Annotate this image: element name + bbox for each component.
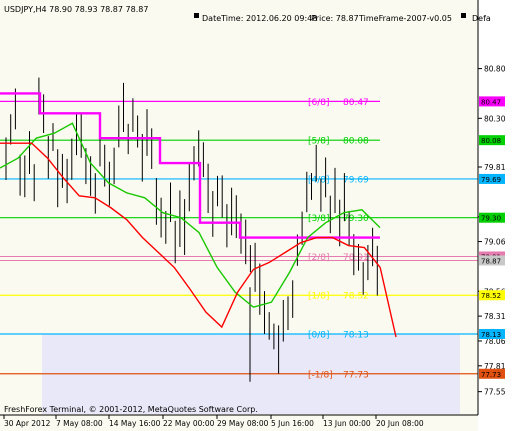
- symbol-info: USDJPY,H4 78.90 78.93 78.87 78.87: [4, 5, 148, 14]
- info-bullet-icon: [194, 13, 199, 18]
- level-name-label: [0/8]: [308, 331, 330, 341]
- level-name-label: [-1/8]: [308, 370, 333, 380]
- time-tick-label: 30 Apr 2012: [4, 419, 51, 428]
- price-tick-label: 78.31: [484, 312, 506, 321]
- level-name-label: [1/8]: [308, 292, 330, 302]
- price-tag-label: 77.73: [481, 371, 501, 379]
- time-tick-label: 22 May 00:00: [163, 419, 215, 428]
- level-name-label: [2/8]: [308, 253, 330, 263]
- price-tick-label: 80.30: [484, 114, 506, 123]
- level-value-label: 77.73: [343, 370, 369, 380]
- time-tick-label: 14 May 16:00: [109, 419, 161, 428]
- price-chart[interactable]: [6/8] 80.47[5/8] 80.08[4/8] 79.69[3/8] 79.30…: [0, 0, 513, 431]
- level-value-label: 80.08: [343, 137, 369, 147]
- level-value-label: 78.91: [343, 253, 369, 263]
- price-tick-label: 79.81: [484, 163, 506, 172]
- price-tag-label: 79.30: [481, 215, 501, 223]
- chart-window[interactable]: [6/8] 80.47 [5/8] 80.08 [4/8] 79.69 [3/8] 79.30…: [0, 0, 513, 431]
- copyright-text: FreshForex Terminal, © 2001-2012, MetaQu…: [4, 405, 258, 414]
- price-tag-label: 80.47: [481, 98, 501, 106]
- level-name-label: [5/8]: [308, 137, 330, 147]
- timeframe-info: TimeFrame-2007-v0.05: [358, 14, 452, 23]
- price-info: Price: 78.87: [311, 14, 359, 23]
- price-tag-label: 79.69: [481, 176, 501, 184]
- price-tag-label: 80.08: [481, 137, 501, 145]
- price-tag-label: 78.52: [481, 292, 501, 300]
- price-tag-label: 78.13: [481, 331, 501, 339]
- datetime-info: DateTime: 2012.06.20 09:48: [202, 14, 317, 23]
- time-tick-label: 5 Jun 16:00: [271, 419, 314, 428]
- level-value-label: 79.69: [343, 175, 369, 185]
- level-value-label: 78.13: [343, 331, 369, 341]
- level-value-label: 79.30: [343, 214, 369, 224]
- time-tick-label: 7 May 08:00: [56, 419, 103, 428]
- price-tick-label: 77.55: [484, 388, 506, 397]
- default-info: Defa: [472, 14, 491, 23]
- level-name-label: [6/8]: [308, 98, 330, 108]
- settings-bullet-icon: [461, 13, 466, 18]
- time-tick-label: 13 Jun 00:00: [323, 419, 371, 428]
- time-tick-label: 29 May 08:00: [217, 419, 269, 428]
- time-tick-label: 20 Jun 08:00: [376, 419, 424, 428]
- price-tick-label: 79.06: [484, 238, 506, 247]
- level-value-label: 80.47: [343, 98, 369, 108]
- price-tag-label: 78.87: [481, 257, 501, 265]
- price-tick-label: 80.80: [484, 65, 506, 74]
- level-value-label: 78.52: [343, 292, 369, 302]
